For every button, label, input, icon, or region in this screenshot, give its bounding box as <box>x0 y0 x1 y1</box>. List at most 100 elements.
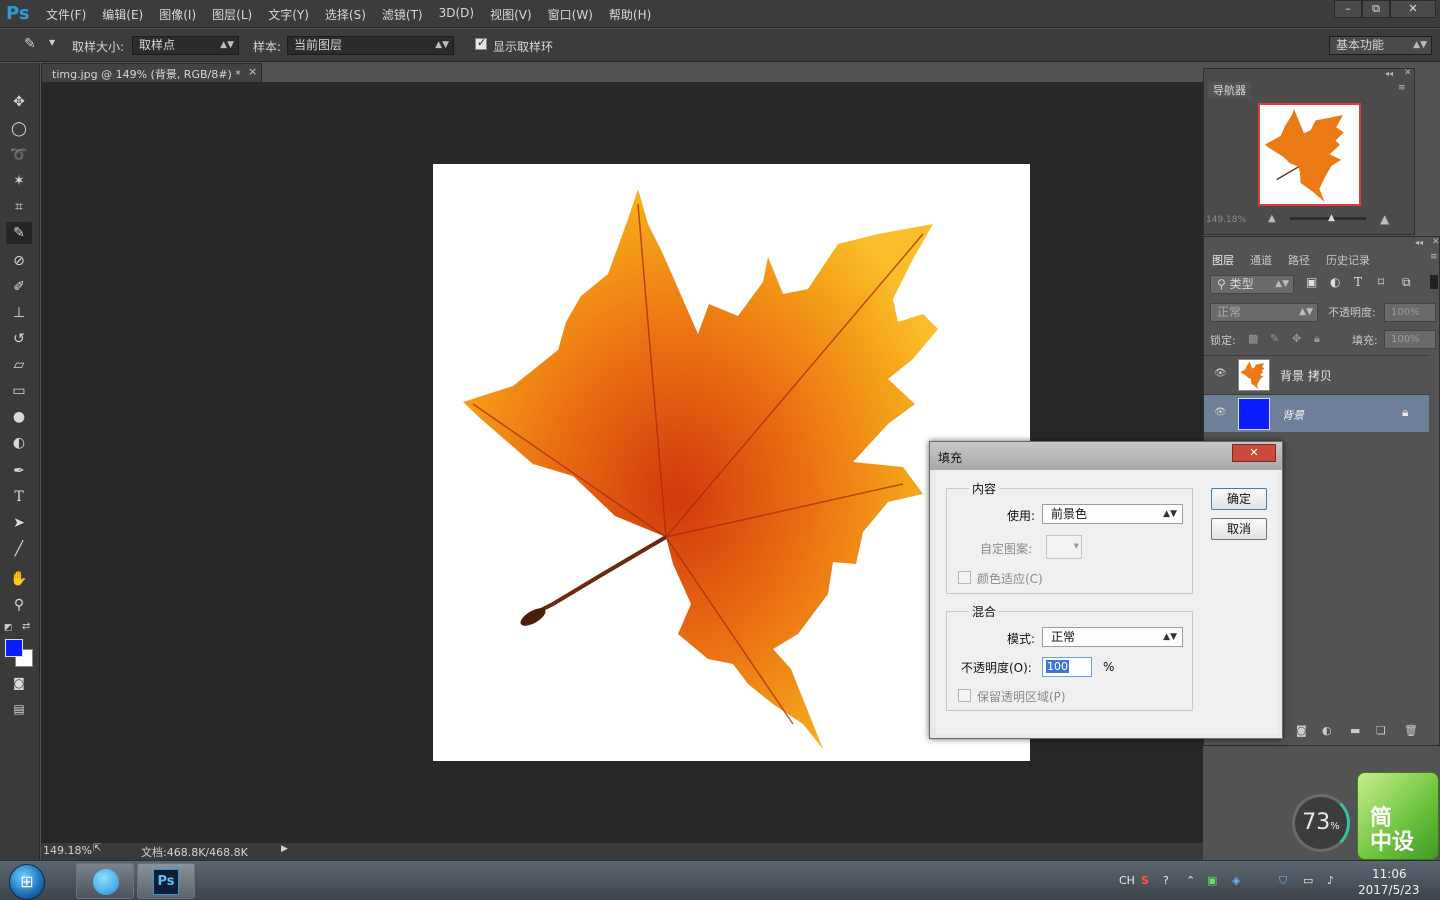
blur-tool-icon[interactable]: ● <box>6 406 32 428</box>
tab-layers[interactable]: 图层 <box>1212 252 1234 268</box>
network-icon[interactable]: ▭ <box>1303 874 1313 887</box>
layer-filter-select[interactable]: ⚲ 类型 ▲▼ <box>1210 275 1294 294</box>
workspace-select[interactable]: 基本功能 ▲▼ <box>1329 36 1432 55</box>
clock-date[interactable]: 2017/5/23 <box>1358 883 1420 897</box>
tab-history[interactable]: 历史记录 <box>1326 252 1370 268</box>
zoom-tool-icon[interactable]: ⚲ <box>6 594 32 616</box>
restore-button[interactable]: ⧉ <box>1362 0 1390 18</box>
filter-shape-icon[interactable]: ⌑ <box>1378 275 1384 289</box>
panel-menu-icon[interactable]: ≡ <box>1398 83 1406 93</box>
chevron-down-icon[interactable]: ▼ <box>49 38 55 47</box>
zoom-out-icon[interactable]: ▲ <box>1268 213 1276 224</box>
panel-menu-icon[interactable]: ≡ <box>1430 252 1438 262</box>
zoom-level[interactable]: 149.18% <box>43 844 92 857</box>
add-mask-icon[interactable]: ◙ <box>1296 724 1307 737</box>
navigator-thumbnail[interactable] <box>1258 103 1361 206</box>
status-menu-arrow-icon[interactable]: ▶ <box>281 844 288 854</box>
new-layer-icon[interactable]: ❏ <box>1376 724 1386 737</box>
navigator-zoom[interactable]: 149.18% <box>1206 215 1246 225</box>
shield-icon[interactable]: ⛉ <box>1279 874 1287 888</box>
close-button[interactable]: ✕ <box>1390 0 1436 18</box>
stamp-tool-icon[interactable]: ⊥ <box>6 302 32 324</box>
dodge-tool-icon[interactable]: ◐ <box>6 432 32 454</box>
close-tab-icon[interactable]: × <box>248 65 257 78</box>
menu-help[interactable]: 帮助(H) <box>609 6 651 23</box>
opacity-field[interactable]: 100% <box>1384 303 1436 322</box>
menu-type[interactable]: 文字(Y) <box>268 6 309 23</box>
close-panel-icon[interactable]: ✕ <box>1404 68 1412 78</box>
lock-all-icon[interactable]: 🔒︎ <box>1314 332 1320 346</box>
filter-smart-object-icon[interactable]: ⧉ <box>1402 275 1411 290</box>
mode-select[interactable]: 正常 ▲▼ <box>1042 627 1183 647</box>
menu-window[interactable]: 窗口(W) <box>548 6 593 23</box>
menu-3d[interactable]: 3D(D) <box>439 6 474 23</box>
volume-icon[interactable]: ♪ <box>1327 874 1334 887</box>
history-brush-tool-icon[interactable]: ↺ <box>6 328 32 350</box>
dialog-titlebar[interactable]: 填充 ✕ <box>930 442 1282 470</box>
sogou-icon[interactable]: S <box>1141 874 1149 887</box>
menu-image[interactable]: 图像(I) <box>159 6 196 23</box>
magic-wand-tool-icon[interactable]: ✶ <box>6 170 32 192</box>
sample-select[interactable]: 当前图层 ▲▼ <box>287 36 454 55</box>
language-indicator[interactable]: CH <box>1119 874 1135 887</box>
menu-select[interactable]: 选择(S) <box>325 6 366 23</box>
zoom-slider-handle[interactable]: ▲ <box>1328 213 1335 223</box>
adjustment-layer-icon[interactable]: ◐ <box>1322 724 1332 737</box>
menu-edit[interactable]: 编辑(E) <box>102 6 143 23</box>
lock-position-icon[interactable]: ✥ <box>1292 332 1301 345</box>
menu-file[interactable]: 文件(F) <box>46 6 86 23</box>
foreground-color-swatch[interactable] <box>5 639 23 657</box>
screen-mode-icon[interactable]: ▤ <box>6 698 32 720</box>
eraser-tool-icon[interactable]: ▱ <box>6 354 32 376</box>
start-button[interactable]: ⊞ <box>9 864 45 900</box>
dialog-close-button[interactable]: ✕ <box>1232 444 1276 462</box>
dialog-opacity-input[interactable]: 100 <box>1042 657 1092 677</box>
blend-mode-select[interactable]: 正常 ▲▼ <box>1210 303 1318 322</box>
gradient-tool-icon[interactable]: ▭ <box>6 380 32 402</box>
filter-toggle[interactable] <box>1430 275 1438 289</box>
tab-paths[interactable]: 路径 <box>1288 252 1310 268</box>
brand-widget[interactable]: 简 中设 <box>1357 772 1439 860</box>
swap-colors-icon[interactable]: ⇄ <box>22 621 30 632</box>
layer-name[interactable]: 背景 拷贝 <box>1280 367 1332 384</box>
line-tool-icon[interactable]: ╱ <box>6 538 32 560</box>
eyedropper-tool-icon[interactable]: ✎ <box>6 222 32 244</box>
fill-field[interactable]: 100% <box>1384 330 1436 349</box>
layer-row[interactable]: 👁︎ 背景 拷贝 <box>1204 355 1429 393</box>
use-select[interactable]: 前景色 ▲▼ <box>1042 504 1183 524</box>
lock-pixels-icon[interactable]: ✎ <box>1270 332 1279 345</box>
taskbar-app-browser[interactable] <box>76 863 134 899</box>
pen-tool-icon[interactable]: ✒ <box>6 460 32 482</box>
sample-size-select[interactable]: 取样点 ▲▼ <box>132 36 239 55</box>
show-ring-checkbox[interactable]: ✓ <box>475 36 487 50</box>
layer-row-selected[interactable]: 👁︎ 背景 🔒︎ <box>1204 394 1429 432</box>
tab-channels[interactable]: 通道 <box>1250 252 1272 268</box>
tray-app-icon[interactable]: ▣ <box>1207 874 1217 887</box>
menu-layer[interactable]: 图层(L) <box>212 6 252 23</box>
tray-expand-icon[interactable]: ⌃ <box>1186 874 1195 887</box>
collapse-icon[interactable]: ◂◂ <box>1415 238 1423 247</box>
collapse-icon[interactable]: ◂◂ <box>1385 69 1393 78</box>
cancel-button[interactable]: 取消 <box>1211 518 1267 540</box>
move-tool-icon[interactable]: ✥ <box>6 91 32 113</box>
filter-pixel-icon[interactable]: ▣ <box>1306 275 1317 289</box>
minimize-button[interactable]: – <box>1334 0 1362 18</box>
eyedropper-icon[interactable]: ✎ <box>24 36 36 52</box>
export-icon[interactable]: ⇱ <box>93 843 101 854</box>
type-tool-icon[interactable]: T <box>6 486 32 508</box>
clock-time[interactable]: 11:06 <box>1372 867 1407 881</box>
marquee-tool-icon[interactable]: ◯ <box>6 118 32 140</box>
quick-mask-icon[interactable]: ◙ <box>6 672 32 694</box>
path-select-tool-icon[interactable]: ➤ <box>6 512 32 534</box>
help-icon[interactable]: ? <box>1163 874 1169 887</box>
brush-tool-icon[interactable]: ✐ <box>6 276 32 298</box>
layer-name[interactable]: 背景 <box>1282 407 1304 423</box>
menu-filter[interactable]: 滤镜(T) <box>382 6 423 23</box>
lasso-tool-icon[interactable]: ➰ <box>6 144 32 166</box>
ok-button[interactable]: 确定 <box>1211 488 1267 510</box>
navigator-tab[interactable]: 导航器 <box>1208 82 1251 99</box>
visibility-eye-icon[interactable]: 👁︎ <box>1214 407 1227 418</box>
healing-brush-tool-icon[interactable]: ⊘ <box>6 250 32 272</box>
close-panel-icon[interactable]: ✕ <box>1432 237 1440 247</box>
taskbar-app-photoshop[interactable]: Ps <box>137 863 195 899</box>
